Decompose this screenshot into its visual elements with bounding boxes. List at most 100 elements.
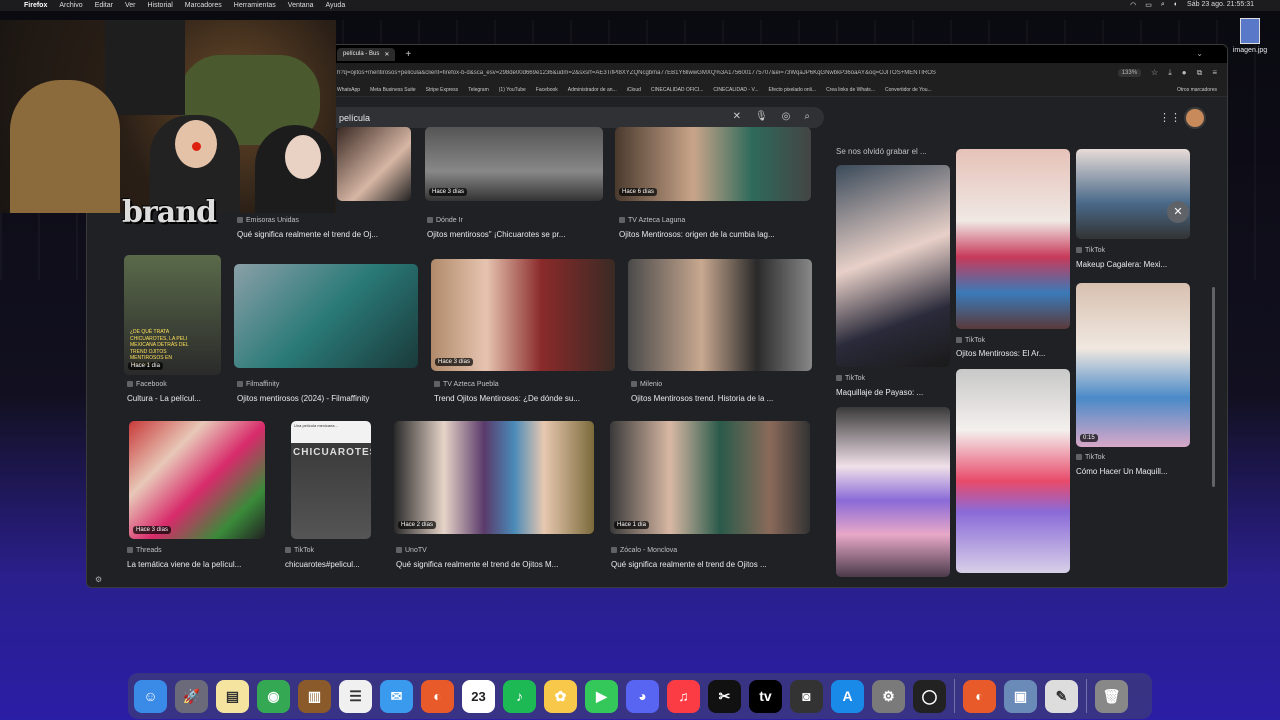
dock-camera-icon[interactable]: ◙ [790,679,823,713]
dock-calendar-icon[interactable]: 23 [462,679,495,713]
apps-grid-icon[interactable]: ⋮⋮ [1159,111,1181,124]
dock-launchpad-icon[interactable]: 🚀 [175,679,208,713]
tab-close-icon[interactable]: ✕ [384,51,389,58]
microphone-icon[interactable]: 🎙 [755,111,768,122]
side-top-text[interactable]: Se nos olvidó grabar el ... [836,147,951,156]
downloads-icon[interactable]: ⤓ [1168,68,1172,78]
control-center-icon[interactable]: ◐ [1174,1,1178,9]
result-source[interactable]: TV Azteca Puebla [434,381,499,388]
bookmark-item[interactable]: CINECALIDAD OFICI... [651,87,704,93]
menu-editar[interactable]: Editar [95,2,113,9]
lens-icon[interactable]: ◎ [782,111,791,122]
dock-obs-icon[interactable]: ◯ [913,679,946,713]
bookmark-item[interactable]: Meta Business Suite [370,87,416,93]
result-source[interactable]: TikTok [285,547,314,554]
menu-herramientas[interactable]: Herramientas [234,2,276,9]
other-bookmarks[interactable]: Otros marcadores [1177,87,1217,93]
side-image[interactable] [956,369,1070,573]
settings-gear-icon[interactable]: ⚙ [95,575,102,584]
result-image[interactable]: Una película mexicana... CHICUAROTES [291,421,371,539]
side-image[interactable] [1076,149,1190,239]
search-icon[interactable]: ⌕ [804,111,810,122]
menu-marcadores[interactable]: Marcadores [185,2,222,9]
dock-trash-icon[interactable]: 🗑 [1095,679,1128,713]
result-title[interactable]: La temática viene de la películ... [127,560,272,569]
result-image[interactable] [234,264,418,368]
menu-app-name[interactable]: Firefox [24,2,47,9]
result-title[interactable]: Trend Ojitos Mentirosos: ¿De dónde su... [434,394,614,403]
result-source[interactable]: UnoTV [396,547,427,554]
account-icon[interactable]: ● [1182,68,1187,78]
dock-spotify-icon[interactable]: ♪ [503,679,536,713]
new-tab-icon[interactable]: + [405,49,411,60]
dock-finder-icon[interactable]: ☺ [134,679,167,713]
menu-ver[interactable]: Ver [125,2,136,9]
dock-notebook-icon[interactable]: ▥ [298,679,331,713]
result-title[interactable]: Qué significa realmente el trend de Ojit… [611,560,811,569]
bookmark-star-icon[interactable]: ☆ [1151,68,1158,78]
scrollbar[interactable] [1212,287,1215,487]
dock-tool-icon[interactable]: ✎ [1045,679,1078,713]
result-title[interactable]: Cultura - La películ... [127,394,222,403]
tab-list-chevron-icon[interactable]: ⌄ [1196,49,1203,58]
bookmark-item[interactable]: iCloud [627,87,641,93]
result-source[interactable]: Threads [127,547,162,554]
side-image[interactable] [836,165,950,367]
result-title[interactable]: Ojitos Mentirosos trend. Historia de la … [631,394,811,403]
dock-messages-icon[interactable]: ✉ [380,679,413,713]
result-source[interactable]: Zócalo - Monclova [611,547,677,554]
zoom-level[interactable]: 133% [1117,69,1142,77]
bookmark-item[interactable]: Facebook [536,87,558,93]
side-source[interactable]: TikTok [1076,247,1105,254]
result-image[interactable]: ¿DE QUÉ TRATA CHICUAROTES, LA PELI MEXIC… [124,255,221,375]
dock-firefox-icon[interactable]: ◐ [421,679,454,713]
result-title[interactable]: chicuarotes#pelicul... [285,560,380,569]
close-panel-button[interactable]: ✕ [1167,201,1189,223]
dock-photos-icon[interactable]: ✿ [544,679,577,713]
dock-chrome-icon[interactable]: ◉ [257,679,290,713]
dock-notes-icon[interactable]: ▤ [216,679,249,713]
bookmark-item[interactable]: Telegram [468,87,489,93]
result-image[interactable]: Hace 6 días [615,127,811,201]
search-icon[interactable]: ⌕ [1161,1,1165,9]
result-image[interactable]: Hace 3 días [425,127,603,201]
result-source[interactable]: Milenio [631,381,662,388]
search-box[interactable]: película ✕ 🎙 ◎ ⌕ [257,107,824,128]
bookmark-item[interactable]: Crea links de Whats... [826,87,875,93]
bookmark-item[interactable]: CINECALIDAD - V... [713,87,758,93]
menubar-clock[interactable]: Sáb 23 ago. 21:55:31 [1187,1,1254,9]
result-image[interactable]: Hace 3 días [431,259,615,371]
avatar[interactable] [1184,107,1206,129]
dock-music-icon[interactable]: ♫ [667,679,700,713]
side-source[interactable]: TikTok [836,375,865,382]
search-query[interactable]: película [339,113,370,123]
wifi-icon[interactable]: ◠ [1130,1,1136,9]
side-source[interactable]: TikTok [956,337,985,344]
side-title[interactable]: Maquillaje de Payaso: ... [836,388,950,397]
bookmark-item[interactable]: Convertidor de You... [885,87,932,93]
dock-preview-icon[interactable]: ▣ [1004,679,1037,713]
menu-icon[interactable]: ≡ [1212,68,1217,78]
side-title[interactable]: Ojitos Mentirosos: El Ar... [956,349,1070,358]
result-title[interactable]: Qué significa realmente el trend de Oj..… [237,230,412,239]
side-image[interactable]: 0:15 [1076,283,1190,447]
result-source[interactable]: TV Azteca Laguna [619,217,685,224]
result-source[interactable]: Facebook [127,381,167,388]
url-field[interactable]: h?q=ojitos+mentirosos+pelicula&client=fi… [337,70,1112,76]
result-image[interactable] [628,259,812,371]
menu-archivo[interactable]: Archivo [59,2,82,9]
dock-reminders-icon[interactable]: ☰ [339,679,372,713]
result-source[interactable]: Dónde Ir [427,217,463,224]
bookmark-item[interactable]: Stripe Express [426,87,459,93]
result-title[interactable]: Ojitos mentirosos" ¡Chicuarotes se pr... [427,230,602,239]
bookmark-item[interactable]: WhatsApp [337,87,360,93]
result-image[interactable]: Hace 3 días [129,421,265,539]
dock-discord-icon[interactable]: ◕ [626,679,659,713]
result-source[interactable]: Emisoras Unidas [237,217,299,224]
side-title[interactable]: Cómo Hacer Un Maquill... [1076,467,1190,476]
menu-historial[interactable]: Historial [148,2,173,9]
bookmark-item[interactable]: Administrador de an... [568,87,617,93]
menu-ayuda[interactable]: Ayuda [325,2,345,9]
menu-ventana[interactable]: Ventana [288,2,314,9]
battery-icon[interactable]: ▭ [1145,1,1152,9]
